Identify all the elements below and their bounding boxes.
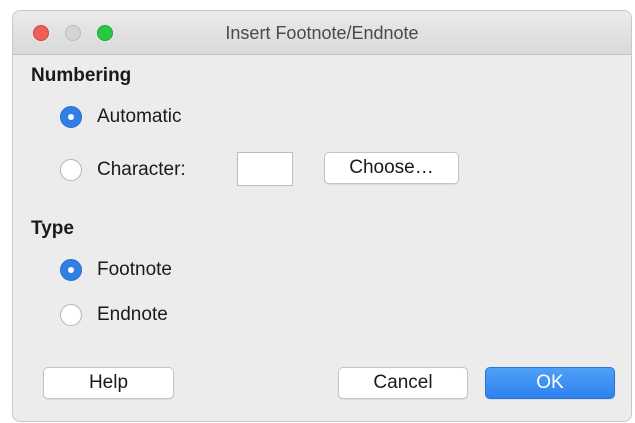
radio-endnote-label: Endnote [97,304,168,325]
help-button[interactable]: Help [43,367,174,399]
radio-character-label: Character: [97,159,186,180]
radio-footnote[interactable]: Footnote [60,257,172,283]
window-title: Insert Footnote/Endnote [225,23,419,43]
radio-endnote-icon[interactable] [60,304,82,326]
radio-character[interactable]: Character: [60,157,186,183]
ok-button[interactable]: OK [485,367,615,399]
radio-character-icon[interactable] [60,159,82,181]
radio-automatic-icon[interactable] [60,106,82,128]
numbering-heading: Numbering [31,65,132,86]
type-heading: Type [31,218,74,239]
radio-endnote[interactable]: Endnote [60,302,168,328]
radio-automatic-label: Automatic [97,106,182,127]
choose-button[interactable]: Choose… [324,152,459,184]
radio-footnote-icon[interactable] [60,259,82,281]
title-bar: Insert Footnote/Endnote [13,11,631,55]
character-input[interactable] [237,152,293,186]
dialog-window: Insert Footnote/Endnote Numbering Automa… [12,10,632,422]
cancel-button[interactable]: Cancel [338,367,468,399]
radio-footnote-label: Footnote [97,259,172,280]
radio-automatic[interactable]: Automatic [60,104,181,130]
